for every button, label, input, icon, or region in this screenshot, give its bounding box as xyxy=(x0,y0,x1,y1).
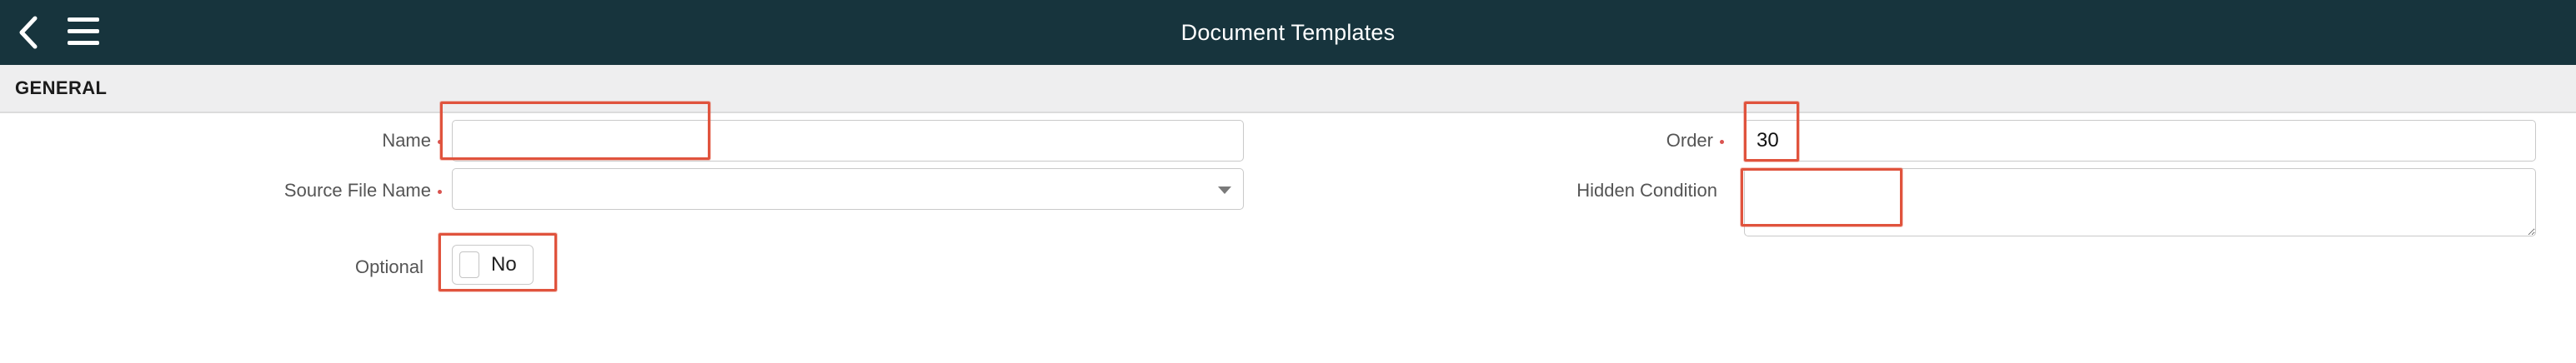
optional-toggle-value: No xyxy=(491,253,517,276)
section-title: GENERAL xyxy=(15,77,108,98)
name-label: Name xyxy=(382,130,442,152)
top-bar: Document Templates xyxy=(0,0,2576,65)
source-file-name-label-text: Source File Name xyxy=(283,180,431,201)
toggle-knob xyxy=(459,251,479,278)
required-indicator xyxy=(438,139,442,144)
hidden-condition-textarea[interactable] xyxy=(1744,168,2536,236)
page: Document Templates GENERAL Name Source F… xyxy=(0,0,2576,363)
order-label-text: Order xyxy=(1666,130,1713,151)
optional-toggle[interactable]: No xyxy=(452,245,534,285)
required-indicator xyxy=(1720,139,1724,144)
name-label-text: Name xyxy=(382,130,431,151)
name-input[interactable] xyxy=(452,120,1244,162)
page-title: Document Templates xyxy=(1180,20,1396,45)
order-label: Order xyxy=(1666,130,1724,152)
chevron-down-icon xyxy=(1218,186,1231,194)
source-file-name-select[interactable] xyxy=(452,168,1244,210)
order-input[interactable] xyxy=(1744,120,2536,162)
optional-label-text: Optional xyxy=(355,256,423,277)
section-header: GENERAL xyxy=(0,65,2576,113)
hidden-condition-label-text: Hidden Condition xyxy=(1576,180,1717,201)
source-file-name-label: Source File Name xyxy=(284,180,442,201)
required-indicator xyxy=(438,189,442,194)
hidden-condition-label: Hidden Condition xyxy=(1576,180,1717,201)
optional-label: Optional xyxy=(355,256,423,278)
